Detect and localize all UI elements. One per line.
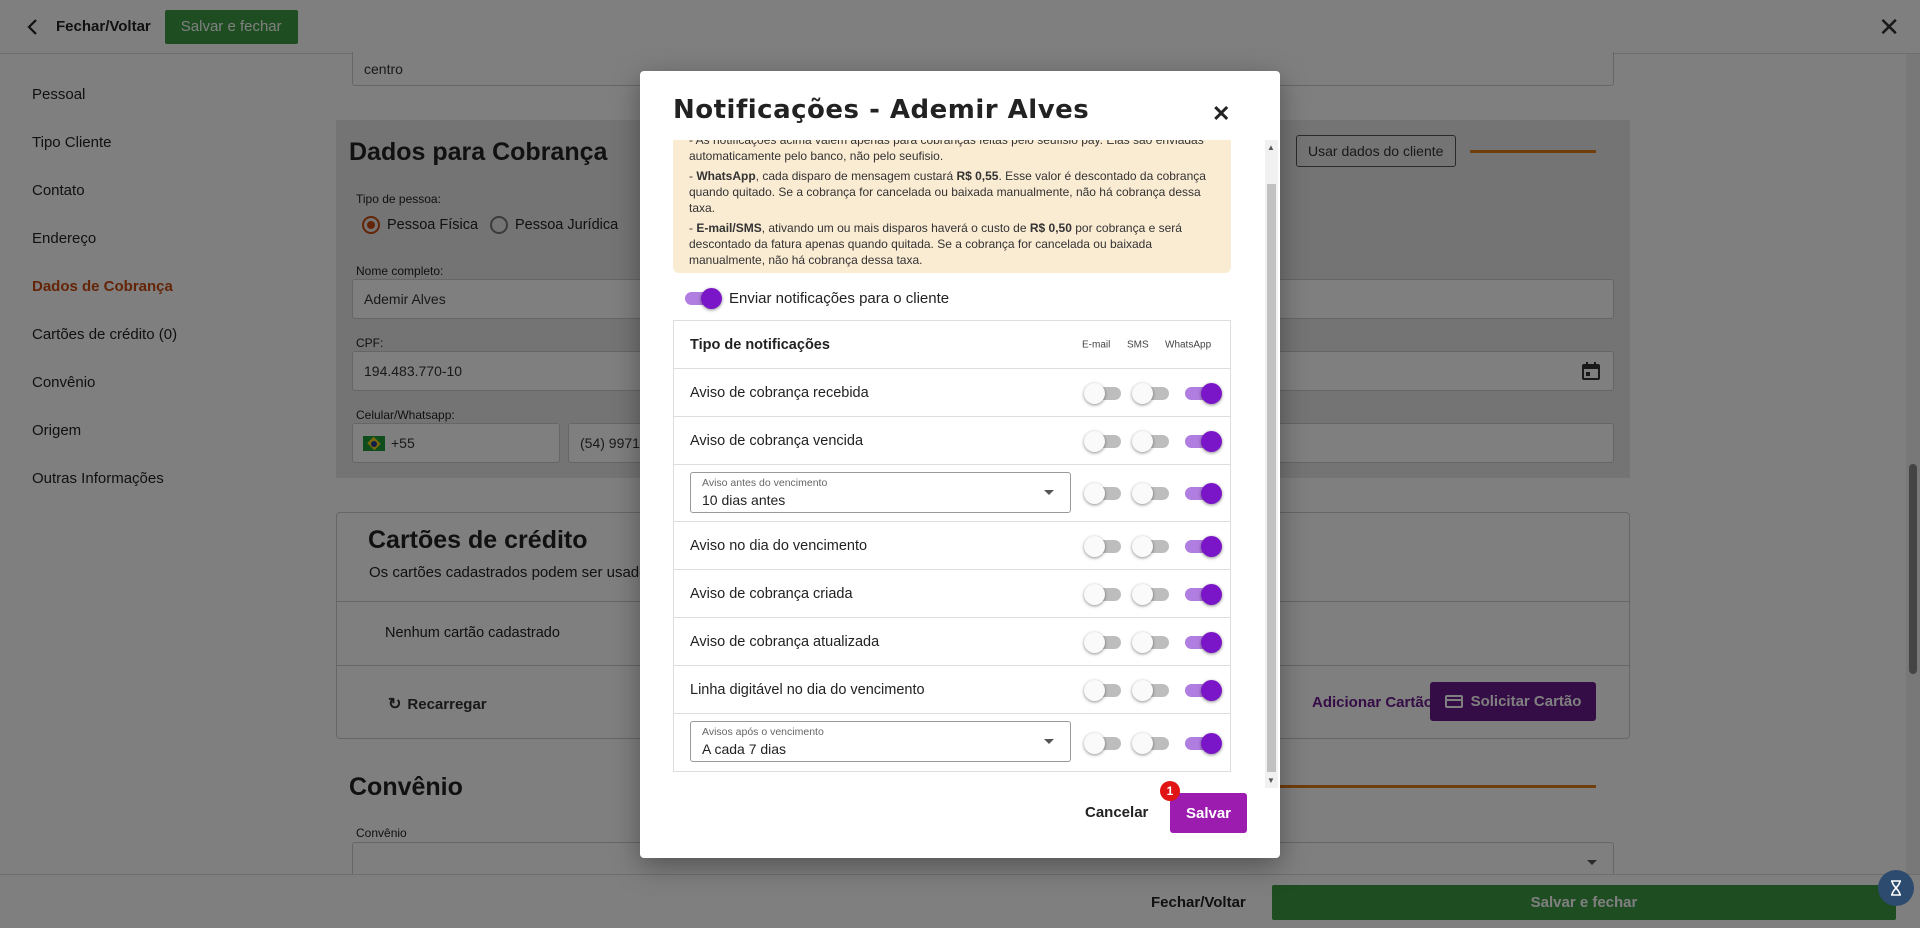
- table-row: Aviso de cobrança criada: [674, 570, 1230, 618]
- email-toggle[interactable]: [1084, 430, 1123, 452]
- hourglass-icon: [1891, 880, 1901, 896]
- row-label: Linha digitável no dia do vencimento: [690, 681, 925, 698]
- notice-whatsapp-a: , cada disparo de mensagem custará: [755, 169, 957, 183]
- select-value: 10 dias antes: [702, 492, 786, 508]
- send-notifications-row: Enviar notificações para o cliente: [683, 288, 950, 309]
- whatsapp-toggle[interactable]: [1183, 535, 1222, 557]
- save-button[interactable]: Salvar: [1170, 793, 1247, 833]
- sms-toggle[interactable]: [1132, 483, 1171, 504]
- modal-scrollbar-thumb[interactable]: [1267, 184, 1276, 772]
- table-row: Avisos após o vencimento A cada 7 dias: [674, 714, 1230, 771]
- whatsapp-toggle[interactable]: [1183, 732, 1222, 754]
- days-before-select[interactable]: Aviso antes do vencimento 10 dias antes: [690, 472, 1071, 513]
- header-sms: SMS: [1127, 339, 1149, 350]
- notifications-modal: Notificações - Ademir Alves ✕ - As notif…: [640, 71, 1280, 858]
- notice-whatsapp-price: R$ 0,55: [956, 169, 999, 183]
- email-toggle[interactable]: [1084, 483, 1123, 504]
- notice-email-price: R$ 0,50: [1029, 221, 1072, 235]
- whatsapp-toggle[interactable]: [1183, 483, 1222, 504]
- select-value: A cada 7 dias: [702, 741, 787, 757]
- days-after-select[interactable]: Avisos após o vencimento A cada 7 dias: [690, 721, 1071, 762]
- accessibility-icon[interactable]: [1878, 870, 1914, 906]
- email-toggle[interactable]: [1084, 679, 1123, 701]
- row-label: Aviso de cobrança vencida: [690, 432, 864, 449]
- whatsapp-toggle[interactable]: [1183, 382, 1222, 404]
- email-toggle[interactable]: [1084, 732, 1123, 754]
- row-label: Aviso de cobrança criada: [690, 585, 853, 602]
- pricing-notice: - As notificações acima valem apenas par…: [673, 140, 1231, 273]
- close-icon[interactable]: ✕: [1212, 101, 1230, 127]
- table-row: Aviso de cobrança atualizada: [674, 618, 1230, 666]
- header-notification-type: Tipo de notificações: [690, 336, 830, 353]
- send-notifications-label: Enviar notificações para o cliente: [729, 289, 950, 307]
- notifications-table: Tipo de notificações E-mail SMS WhatsApp…: [673, 320, 1231, 772]
- table-row: Aviso de cobrança recebida: [674, 369, 1230, 417]
- table-row: Aviso no dia do vencimento: [674, 522, 1230, 570]
- header-whatsapp: WhatsApp: [1165, 339, 1212, 350]
- email-toggle[interactable]: [1084, 631, 1123, 653]
- email-toggle[interactable]: [1084, 583, 1123, 605]
- sms-toggle[interactable]: [1132, 631, 1171, 653]
- modal-title: Notificações - Ademir Alves: [673, 95, 1090, 125]
- select-label: Aviso antes do vencimento: [702, 477, 828, 489]
- row-label: Aviso de cobrança atualizada: [690, 633, 880, 650]
- table-row: Aviso antes do vencimento 10 dias antes: [674, 465, 1230, 522]
- sms-toggle[interactable]: [1132, 535, 1171, 557]
- row-label: Aviso no dia do vencimento: [690, 537, 868, 554]
- email-toggle[interactable]: [1084, 535, 1123, 557]
- notice-email-a: , ativando um ou mais disparos haverá o …: [761, 221, 1030, 235]
- whatsapp-toggle[interactable]: [1183, 430, 1222, 452]
- modal-scrollbar[interactable]: ▲ ▼: [1265, 140, 1278, 788]
- notice-email-strong: E-mail/SMS: [696, 221, 762, 235]
- sms-toggle[interactable]: [1132, 430, 1171, 452]
- notice-email-sms: - E-mail/SMS, ativando um ou mais dispar…: [689, 221, 1182, 267]
- header-email: E-mail: [1082, 339, 1111, 350]
- select-label: Avisos após o vencimento: [702, 726, 824, 738]
- modal-body: - As notificações acima valem apenas par…: [673, 140, 1231, 780]
- email-toggle[interactable]: [1084, 382, 1123, 404]
- sms-toggle[interactable]: [1132, 732, 1171, 754]
- sms-toggle[interactable]: [1132, 679, 1171, 701]
- send-notifications-toggle[interactable]: [683, 288, 722, 309]
- notification-badge: 1: [1160, 781, 1180, 801]
- table-row: Aviso de cobrança vencida: [674, 417, 1230, 465]
- notice-line-0: - As notificações acima valem apenas par…: [689, 140, 1204, 163]
- table-row: Linha digitável no dia do vencimento: [674, 666, 1230, 714]
- caret-down-icon: [1044, 739, 1054, 744]
- cancel-button[interactable]: Cancelar: [1085, 804, 1148, 821]
- scroll-down-icon[interactable]: ▼: [1267, 776, 1275, 785]
- whatsapp-toggle[interactable]: [1183, 631, 1222, 653]
- table-header: Tipo de notificações E-mail SMS WhatsApp: [674, 321, 1230, 369]
- sms-toggle[interactable]: [1132, 583, 1171, 605]
- notice-whatsapp: - WhatsApp, cada disparo de mensagem cus…: [689, 169, 1206, 215]
- whatsapp-toggle[interactable]: [1183, 679, 1222, 701]
- notice-whatsapp-strong: WhatsApp: [696, 169, 756, 183]
- sms-toggle[interactable]: [1132, 382, 1171, 404]
- scroll-up-icon[interactable]: ▲: [1267, 143, 1275, 152]
- row-label: Aviso de cobrança recebida: [690, 384, 869, 401]
- caret-down-icon: [1044, 490, 1054, 495]
- whatsapp-toggle[interactable]: [1183, 583, 1222, 605]
